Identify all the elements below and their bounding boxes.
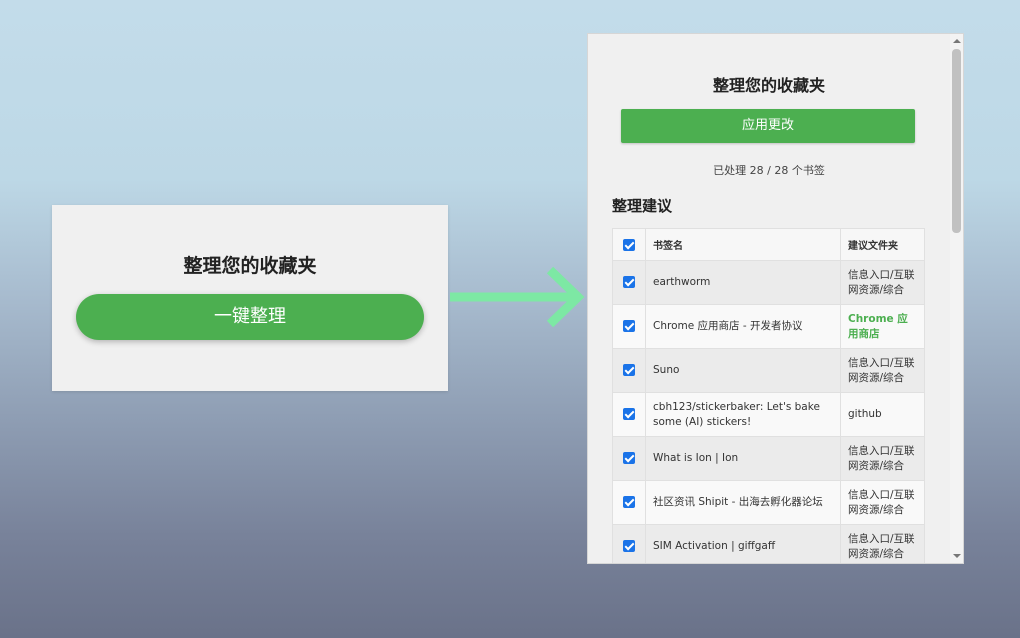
scroll-down-icon[interactable] xyxy=(953,554,961,558)
row-checkbox[interactable] xyxy=(623,496,635,508)
popup-after: 整理您的收藏夹 应用更改 已处理 28 / 28 个书签 整理建议 书签名 建议… xyxy=(587,33,964,564)
table-row: cbh123/stickerbaker: Let's bake some (AI… xyxy=(612,392,925,437)
scroll-thumb[interactable] xyxy=(952,49,961,233)
popup-title: 整理您的收藏夹 xyxy=(183,255,317,277)
suggested-folder: 信息入口/互联网资源/综合 xyxy=(840,436,925,481)
suggested-folder: 信息入口/互联网资源/综合 xyxy=(840,524,925,563)
select-all-checkbox[interactable] xyxy=(623,238,635,251)
popup-title: 整理您的收藏夹 xyxy=(712,76,825,95)
column-header-name: 书签名 xyxy=(645,228,841,261)
popup-before: 整理您的收藏夹 一键整理 xyxy=(52,205,448,391)
table-row: What is Ion | Ion 信息入口/互联网资源/综合 xyxy=(612,436,925,481)
bookmark-name: Chrome 应用商店 - 开发者协议 xyxy=(645,304,841,349)
row-checkbox[interactable] xyxy=(623,276,635,288)
suggestions-heading: 整理建议 xyxy=(612,197,673,215)
row-checkbox[interactable] xyxy=(623,408,635,420)
suggested-folder: 信息入口/互联网资源/综合 xyxy=(840,480,925,525)
row-checkbox[interactable] xyxy=(623,320,635,332)
suggested-folder: 信息入口/互联网资源/综合 xyxy=(840,260,925,305)
suggested-folder: 信息入口/互联网资源/综合 xyxy=(840,348,925,393)
column-header-folder: 建议文件夹 xyxy=(840,228,925,261)
bookmark-name: SIM Activation | giffgaff xyxy=(645,524,841,563)
bookmark-name: What is Ion | Ion xyxy=(645,436,841,481)
table-row: SIM Activation | giffgaff 信息入口/互联网资源/综合 xyxy=(612,524,925,563)
bookmark-name: cbh123/stickerbaker: Let's bake some (AI… xyxy=(645,392,841,437)
processing-status: 已处理 28 / 28 个书签 xyxy=(713,164,825,177)
suggested-folder: github xyxy=(840,392,925,437)
arrow-right-icon xyxy=(450,266,585,328)
vertical-scrollbar[interactable] xyxy=(950,34,963,563)
table-header-row: 书签名 建议文件夹 xyxy=(612,228,925,261)
table-row: earthworm 信息入口/互联网资源/综合 xyxy=(612,260,925,305)
row-checkbox[interactable] xyxy=(623,364,635,376)
bookmark-name: earthworm xyxy=(645,260,841,305)
table-row: Suno 信息入口/互联网资源/综合 xyxy=(612,348,925,393)
table-row: Chrome 应用商店 - 开发者协议 Chrome 应用商店 xyxy=(612,304,925,349)
bookmark-name: 社区资讯 Shipit - 出海去孵化器论坛 xyxy=(645,480,841,525)
bookmark-name: Suno xyxy=(645,348,841,393)
table-row: 社区资讯 Shipit - 出海去孵化器论坛 信息入口/互联网资源/综合 xyxy=(612,480,925,525)
row-checkbox[interactable] xyxy=(623,452,635,464)
suggested-folder: Chrome 应用商店 xyxy=(840,304,925,349)
row-checkbox[interactable] xyxy=(623,540,635,552)
organize-button[interactable]: 一键整理 xyxy=(76,294,424,340)
select-all-cell xyxy=(612,228,646,261)
suggestions-table: 书签名 建议文件夹 earthworm 信息入口/互联网资源/综合 Chrome… xyxy=(612,228,925,563)
apply-changes-button[interactable]: 应用更改 xyxy=(621,109,915,143)
scroll-up-icon[interactable] xyxy=(953,39,961,43)
